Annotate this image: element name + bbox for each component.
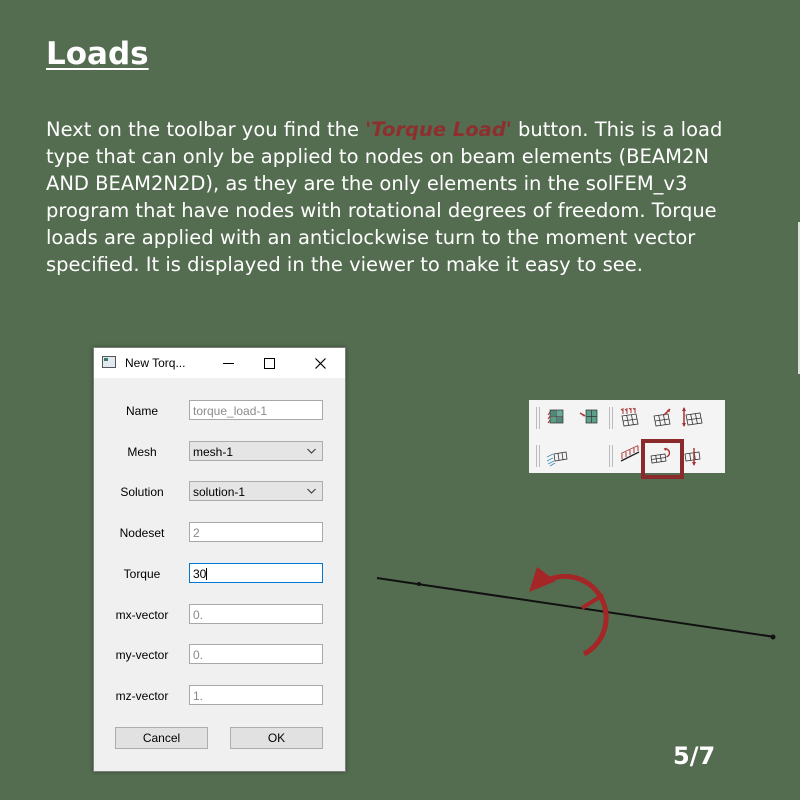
window-app-icon [102,356,116,368]
nodeset-label: Nodeset [119,526,165,540]
chevron-down-icon [307,488,316,494]
pinned-support-icon [653,408,671,427]
minimize-button[interactable] [208,348,248,378]
solution-select[interactable]: solution-1 [189,481,323,501]
toolbar-separator [609,407,610,429]
torque-field[interactable]: 30 [189,563,323,583]
minimize-icon [222,362,234,364]
mx-vector-field[interactable]: 0. [189,604,323,624]
intro-paragraph: Next on the toolbar you find the 'Torque… [46,116,746,278]
toolbar-separator [536,407,537,429]
mesh-select-value: mesh-1 [193,445,234,459]
fixed-support-icon [620,407,639,427]
distributed-load-button[interactable] [545,445,569,467]
mesh-fixed-icon [547,409,564,424]
mesh-support-icon [579,409,598,424]
solution-select-value: solution-1 [193,485,246,499]
chevron-down-icon [307,448,316,454]
roller-support-button[interactable] [680,406,704,428]
intro-text-end: button. This is a load type that can onl… [46,118,723,276]
mx-vector-label: mx-vector [115,608,169,622]
ok-button[interactable]: OK [230,727,323,749]
toolbar-separator [612,445,613,467]
close-icon [314,357,326,369]
maximize-button[interactable] [249,348,289,378]
toolbar-separator [609,445,610,467]
distributed-load-icon [546,451,568,467]
torque-button-highlight [641,439,684,479]
my-vector-field[interactable]: 0. [189,644,323,664]
maximize-icon [263,357,275,369]
mesh-support-button[interactable] [577,406,601,428]
name-label: Name [125,404,158,418]
my-vector-label: my-vector [115,648,169,662]
solution-label: Solution [120,485,164,499]
torque-value: 30 [193,567,207,581]
beam-load-button[interactable] [618,445,642,467]
page-indicator: 5/7 [673,742,716,770]
name-field[interactable]: torque_load-1 [189,400,323,420]
nodeset-field[interactable]: 2 [189,522,323,542]
dialog-title: New Torq... [125,356,186,370]
mz-vector-label: mz-vector [115,689,169,703]
cancel-button[interactable]: Cancel [115,727,208,749]
mesh-select[interactable]: mesh-1 [189,441,323,461]
torque-load-highlight: 'Torque Load' [365,118,512,141]
beam-load-icon [620,445,640,462]
pinned-support-button[interactable] [650,406,674,428]
slide-title: Loads [46,36,149,72]
toolbar-separator [612,407,613,429]
close-button[interactable] [300,348,340,378]
toolbar-separator [539,407,540,429]
intro-text-start: Next on the toolbar you find the [46,118,366,141]
beam-node [417,582,421,586]
fixed-support-button[interactable] [618,406,642,428]
beam-element [376,577,776,638]
toolbar-separator [536,445,537,467]
mesh-label: Mesh [127,445,157,459]
new-torque-dialog: New Torq... Name torque_load-1 Mesh mesh… [93,347,346,772]
mesh-fixed-button[interactable] [545,406,569,428]
roller-support-icon [682,407,703,427]
dialog-titlebar[interactable]: New Torq... [94,348,345,378]
beam-node [770,634,776,640]
mz-vector-field[interactable]: 1. [189,685,323,705]
load-toolbar [529,400,725,473]
beam-viewer [376,567,776,657]
toolbar-separator [539,445,540,467]
torque-label: Torque [123,567,161,581]
text-cursor [206,568,208,580]
